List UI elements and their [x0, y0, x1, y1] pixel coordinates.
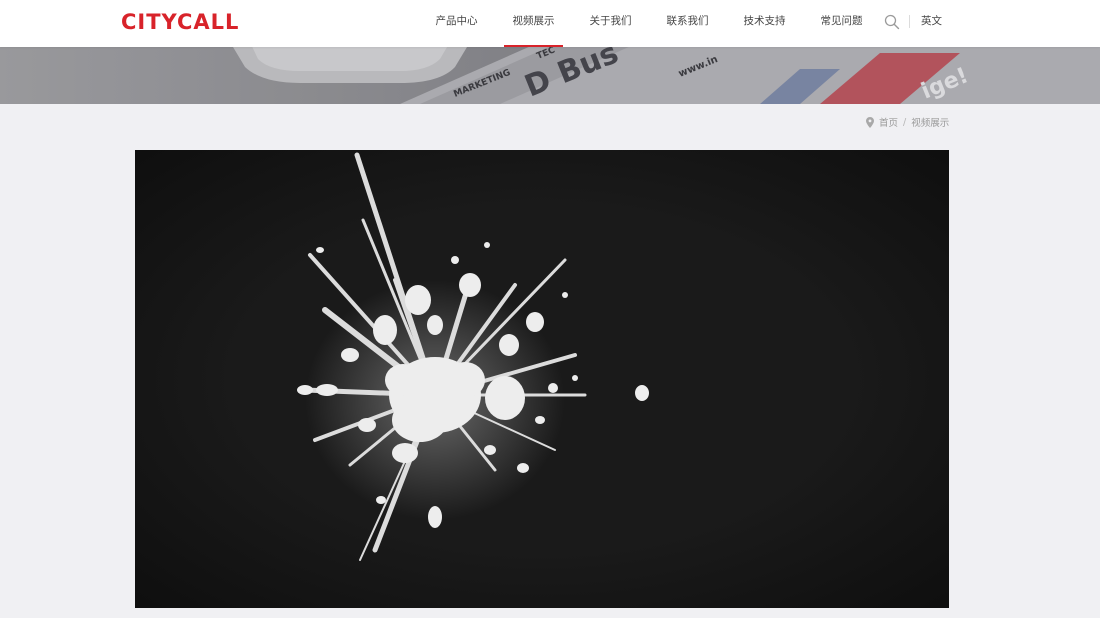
- nav-divider: [909, 15, 910, 28]
- search-icon[interactable]: [884, 14, 900, 30]
- site-header: CITYCALL 产品中心 视频展示 关于我们 联系我们 技术支持 常见问题 英…: [0, 0, 1100, 47]
- breadcrumb-home[interactable]: 首页: [879, 115, 898, 129]
- nav-item-faq[interactable]: 常见问题: [803, 0, 880, 47]
- page-banner: MARKETING TEC D Bus www.in ige!: [0, 47, 1100, 104]
- main-nav: 产品中心 视频展示 关于我们 联系我们 技术支持 常见问题: [418, 0, 880, 47]
- nav-item-support[interactable]: 技术支持: [726, 0, 803, 47]
- breadcrumb-current: 视频展示: [911, 118, 950, 129]
- site-logo[interactable]: CITYCALL: [121, 10, 239, 34]
- language-switch[interactable]: 英文: [921, 0, 942, 47]
- breadcrumb-separator: /: [903, 116, 907, 128]
- breadcrumb: 首页 / 视频展示: [866, 115, 949, 129]
- location-pin-icon: [866, 116, 874, 128]
- nav-item-about[interactable]: 关于我们: [572, 0, 649, 47]
- nav-item-contact[interactable]: 联系我们: [649, 0, 726, 47]
- video-player[interactable]: [135, 150, 949, 608]
- video-frame: [135, 150, 949, 608]
- banner-image: MARKETING TEC D Bus www.in ige!: [0, 47, 1100, 104]
- nav-item-products[interactable]: 产品中心: [418, 0, 495, 47]
- nav-item-videos[interactable]: 视频展示: [495, 0, 572, 47]
